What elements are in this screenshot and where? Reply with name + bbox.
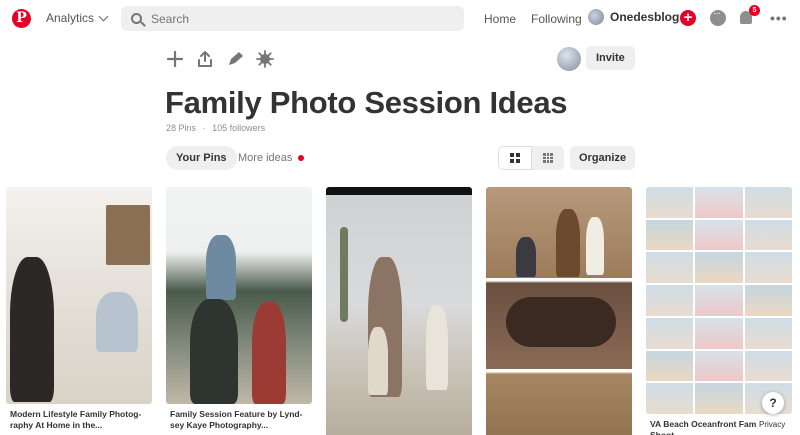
invite-button[interactable]: Invite — [586, 46, 635, 70]
photo-figure — [586, 217, 604, 275]
small-grid-icon — [543, 153, 553, 163]
pin-card[interactable] — [486, 187, 632, 435]
collaborator-avatar[interactable] — [557, 47, 581, 71]
photo-figure — [106, 205, 150, 265]
tab-more-ideas-label: More ideas — [238, 152, 293, 164]
organize-button[interactable]: Organize — [570, 146, 636, 170]
pencil-icon[interactable] — [226, 50, 244, 68]
photo-figure — [190, 299, 238, 404]
analytics-menu[interactable]: Analytics — [46, 11, 109, 25]
pin-image[interactable] — [6, 187, 152, 404]
pin-card[interactable]: Family Session Feature by Lynd-sey Kaye … — [166, 187, 312, 431]
tab-your-pins[interactable]: Your Pins — [166, 146, 237, 170]
more-options-icon[interactable]: ••• — [770, 10, 788, 26]
pin-image[interactable] — [326, 187, 472, 435]
pinterest-logo-icon[interactable]: P — [12, 9, 31, 28]
photo-figure — [340, 227, 348, 322]
analytics-label: Analytics — [46, 11, 95, 25]
settings-icon[interactable] — [256, 50, 274, 68]
privacy-link[interactable]: Privacy — [756, 419, 789, 430]
plus-icon[interactable] — [166, 50, 184, 68]
avatar — [588, 9, 604, 25]
pin-card[interactable]: Modern Lifestyle Family Photog-raphy At … — [6, 187, 152, 431]
default-grid-view-button[interactable] — [498, 146, 532, 170]
board-title: Family Photo Session Ideas — [165, 85, 568, 120]
create-plus-icon[interactable]: + — [680, 10, 696, 26]
photo-figure — [96, 292, 138, 352]
username-label: Onedesblog — [610, 10, 680, 24]
photo-figure — [556, 209, 580, 277]
share-icon[interactable] — [196, 50, 214, 68]
photo-figure — [206, 235, 236, 300]
profile-link[interactable]: Onedesblog — [588, 9, 679, 25]
board-stats: 28 Pins · 105 followers — [166, 123, 265, 133]
photo-figure — [426, 305, 448, 390]
stats-separator: · — [202, 123, 206, 133]
chevron-down-icon — [98, 11, 109, 21]
photo-figure — [252, 302, 286, 404]
search-icon — [131, 13, 142, 24]
notification-count-badge: 5 — [749, 5, 760, 16]
help-button[interactable]: ? — [762, 392, 784, 414]
pin-caption[interactable]: Modern Lifestyle Family Photog-raphy At … — [6, 409, 152, 431]
photo-figure — [516, 237, 536, 277]
tab-more-ideas[interactable]: More ideas — [238, 152, 305, 164]
search-bar[interactable] — [121, 6, 464, 31]
pins-count: 28 Pins — [166, 123, 197, 133]
search-input[interactable] — [151, 11, 451, 26]
messages-icon[interactable] — [710, 8, 726, 26]
new-ideas-dot-icon — [298, 155, 305, 161]
top-navigation-bar: P Analytics Home Following Onedesblog + … — [0, 0, 800, 37]
photo-figure — [10, 257, 54, 402]
pin-card[interactable] — [326, 187, 472, 435]
pin-image[interactable] — [646, 187, 792, 414]
nav-home-link[interactable]: Home — [484, 12, 516, 26]
compact-grid-view-button[interactable] — [532, 146, 564, 170]
large-grid-icon — [510, 153, 520, 163]
photo-figure — [506, 297, 616, 347]
pin-caption[interactable]: Family Session Feature by Lynd-sey Kaye … — [166, 409, 312, 431]
view-toggle — [498, 146, 564, 170]
followers-count[interactable]: 105 followers — [212, 123, 265, 133]
pin-image[interactable] — [166, 187, 312, 404]
nav-following-link[interactable]: Following — [531, 12, 582, 26]
photo-figure — [368, 327, 388, 395]
pin-image[interactable] — [486, 187, 632, 435]
